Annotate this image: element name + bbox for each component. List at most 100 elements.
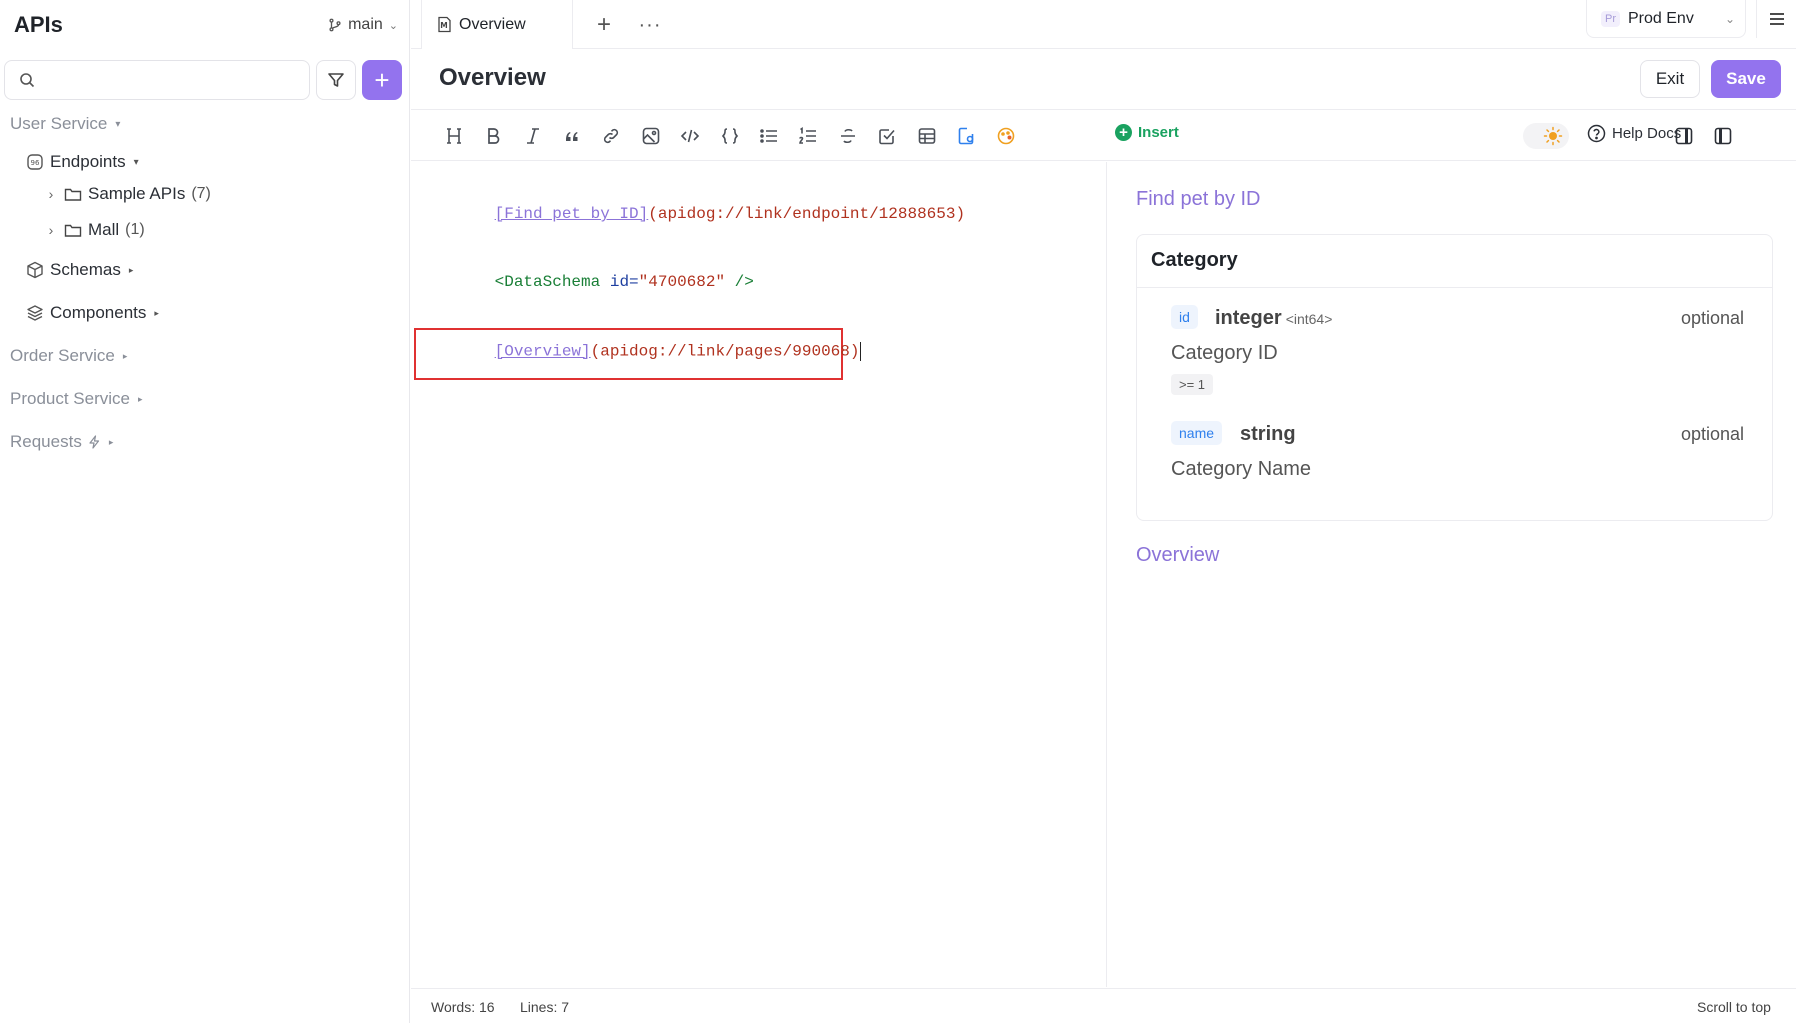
editor-toolbar: + Insert Help Docs bbox=[411, 111, 1796, 161]
branch-selector[interactable]: main ⌄ bbox=[328, 16, 398, 34]
more-tabs-button[interactable]: ··· bbox=[635, 10, 665, 40]
tree-item-order-service[interactable]: Order Service ▸ bbox=[10, 342, 127, 370]
markdown-doc-icon: M bbox=[438, 16, 451, 33]
strikethrough-icon[interactable] bbox=[834, 123, 862, 149]
property-type-label: integer bbox=[1215, 307, 1282, 329]
folder-label: Sample APIs bbox=[88, 184, 186, 203]
bullet-list-icon[interactable] bbox=[755, 123, 783, 149]
quote-icon[interactable] bbox=[558, 123, 586, 149]
ordered-list-icon[interactable] bbox=[794, 123, 822, 149]
tree-label: Components bbox=[50, 303, 147, 322]
attr-value: "4700682" bbox=[638, 273, 726, 291]
chevron-right-icon[interactable]: › bbox=[44, 222, 58, 238]
filter-button[interactable] bbox=[316, 60, 356, 100]
tree-item-folder[interactable]: › Mall (1) bbox=[44, 216, 145, 244]
left-panel-toggle-icon[interactable] bbox=[1709, 123, 1737, 149]
layers-icon bbox=[27, 305, 43, 321]
table-icon[interactable] bbox=[913, 123, 941, 149]
save-button[interactable]: Save bbox=[1711, 60, 1781, 98]
tree-item-folder[interactable]: › Sample APIs (7) bbox=[44, 180, 211, 208]
markdown-editor[interactable]: [Find pet by ID](apidog://link/endpoint/… bbox=[411, 162, 1107, 987]
exit-button[interactable]: Exit bbox=[1640, 60, 1700, 98]
endpoint-link-icon[interactable] bbox=[952, 123, 980, 149]
caret-right-icon: ▸ bbox=[138, 393, 143, 404]
search-icon bbox=[20, 73, 35, 88]
folder-icon bbox=[64, 188, 82, 201]
image-icon[interactable] bbox=[637, 123, 665, 149]
cube-icon bbox=[27, 261, 43, 279]
caret-right-icon: ▸ bbox=[122, 350, 128, 361]
filter-icon bbox=[328, 73, 344, 87]
property-description: Category Name bbox=[1171, 458, 1312, 480]
divider bbox=[1137, 287, 1772, 288]
link-icon[interactable] bbox=[597, 123, 625, 149]
tree-item-schemas[interactable]: Schemas ▸ bbox=[26, 256, 133, 284]
svg-text:M: M bbox=[440, 21, 447, 30]
schema-title: Category bbox=[1151, 249, 1238, 271]
theme-toggle[interactable] bbox=[1523, 123, 1569, 149]
endpoints-icon: 96 bbox=[27, 154, 43, 170]
env-badge: Pr bbox=[1601, 10, 1620, 27]
editor-line: [Overview](apidog://link/pages/990068) bbox=[437, 324, 862, 379]
chevron-right-icon[interactable]: › bbox=[44, 186, 58, 202]
plus-icon: + bbox=[374, 65, 390, 95]
service-label: User Service bbox=[10, 114, 108, 133]
tree-item-user-service[interactable]: User Service ▾ bbox=[10, 110, 120, 138]
svg-text:96: 96 bbox=[31, 159, 40, 167]
folder-count: (7) bbox=[191, 185, 211, 202]
endpoint-link[interactable]: Find pet by ID bbox=[1136, 188, 1261, 211]
environment-select[interactable]: Pr Prod Env ⌄ bbox=[1586, 0, 1746, 38]
right-panel-toggle-icon[interactable] bbox=[1670, 123, 1698, 149]
property-type: integer <int64> bbox=[1215, 307, 1332, 330]
tag-open: <DataSchema bbox=[494, 273, 601, 291]
md-link-text: [Find pet by ID] bbox=[494, 205, 649, 223]
property-optional: optional bbox=[1680, 308, 1744, 328]
text-cursor bbox=[860, 342, 862, 361]
status-bar: Words: 16 Lines: 7 Scroll to top bbox=[411, 988, 1796, 1023]
sidebar-header: APIs main ⌄ bbox=[14, 10, 398, 40]
page-header: Overview Exit Save bbox=[411, 50, 1796, 110]
tree-item-endpoints[interactable]: 96 Endpoints ▾ bbox=[26, 148, 139, 176]
tab-overview[interactable]: M Overview bbox=[421, 0, 573, 49]
tree-item-product-service[interactable]: Product Service ▸ bbox=[10, 385, 143, 413]
tree-label: Endpoints bbox=[50, 152, 126, 171]
property-key: id bbox=[1171, 305, 1198, 329]
more-horizontal-icon: ··· bbox=[638, 13, 662, 36]
scroll-to-top-button[interactable]: Scroll to top bbox=[1697, 999, 1771, 1015]
insert-button[interactable]: + Insert bbox=[1115, 124, 1179, 141]
tree-item-components[interactable]: Components ▸ bbox=[26, 299, 159, 327]
add-button[interactable]: + bbox=[362, 60, 402, 100]
caret-down-icon: ▾ bbox=[133, 156, 139, 168]
property-optional: optional bbox=[1680, 424, 1744, 444]
new-tab-button[interactable]: + bbox=[589, 10, 619, 40]
page-title: Overview bbox=[439, 64, 546, 91]
property-format: <int64> bbox=[1285, 311, 1333, 327]
lightning-icon bbox=[89, 435, 99, 449]
sidebar-title: APIs bbox=[14, 12, 63, 37]
italic-icon[interactable] bbox=[519, 123, 547, 149]
hamburger-icon bbox=[1769, 13, 1784, 25]
menu-button[interactable] bbox=[1756, 0, 1796, 38]
code-icon[interactable] bbox=[676, 123, 704, 149]
help-docs-button[interactable]: Help Docs bbox=[1587, 124, 1681, 143]
caret-right-icon: ▸ bbox=[154, 307, 159, 318]
editor-line: <DataSchema id="4700682" /> bbox=[437, 255, 754, 309]
search-input[interactable] bbox=[43, 71, 309, 89]
chevron-down-icon: ⌄ bbox=[388, 19, 398, 32]
page-link[interactable]: Overview bbox=[1136, 544, 1219, 567]
schema-card: Category id integer <int64> optional Cate… bbox=[1136, 234, 1773, 521]
task-list-icon[interactable] bbox=[873, 123, 901, 149]
schema-icon[interactable] bbox=[992, 123, 1020, 149]
folder-icon bbox=[64, 224, 82, 237]
tab-bar: M Overview + ··· Pr Prod Env ⌄ bbox=[411, 0, 1796, 49]
caret-right-icon: ▸ bbox=[108, 436, 114, 447]
tree-item-requests[interactable]: Requests ▸ bbox=[10, 428, 113, 456]
bold-icon[interactable] bbox=[479, 123, 507, 149]
attr-equals: = bbox=[629, 273, 639, 291]
service-label: Requests bbox=[10, 432, 82, 451]
heading-icon[interactable] bbox=[440, 123, 468, 149]
env-label: Prod Env bbox=[1628, 9, 1694, 27]
code-block-icon[interactable] bbox=[716, 123, 744, 149]
sidebar: APIs main ⌄ + User Service ▾ 96 Endpoint… bbox=[0, 0, 410, 1023]
word-count: Words: 16 bbox=[431, 999, 495, 1015]
